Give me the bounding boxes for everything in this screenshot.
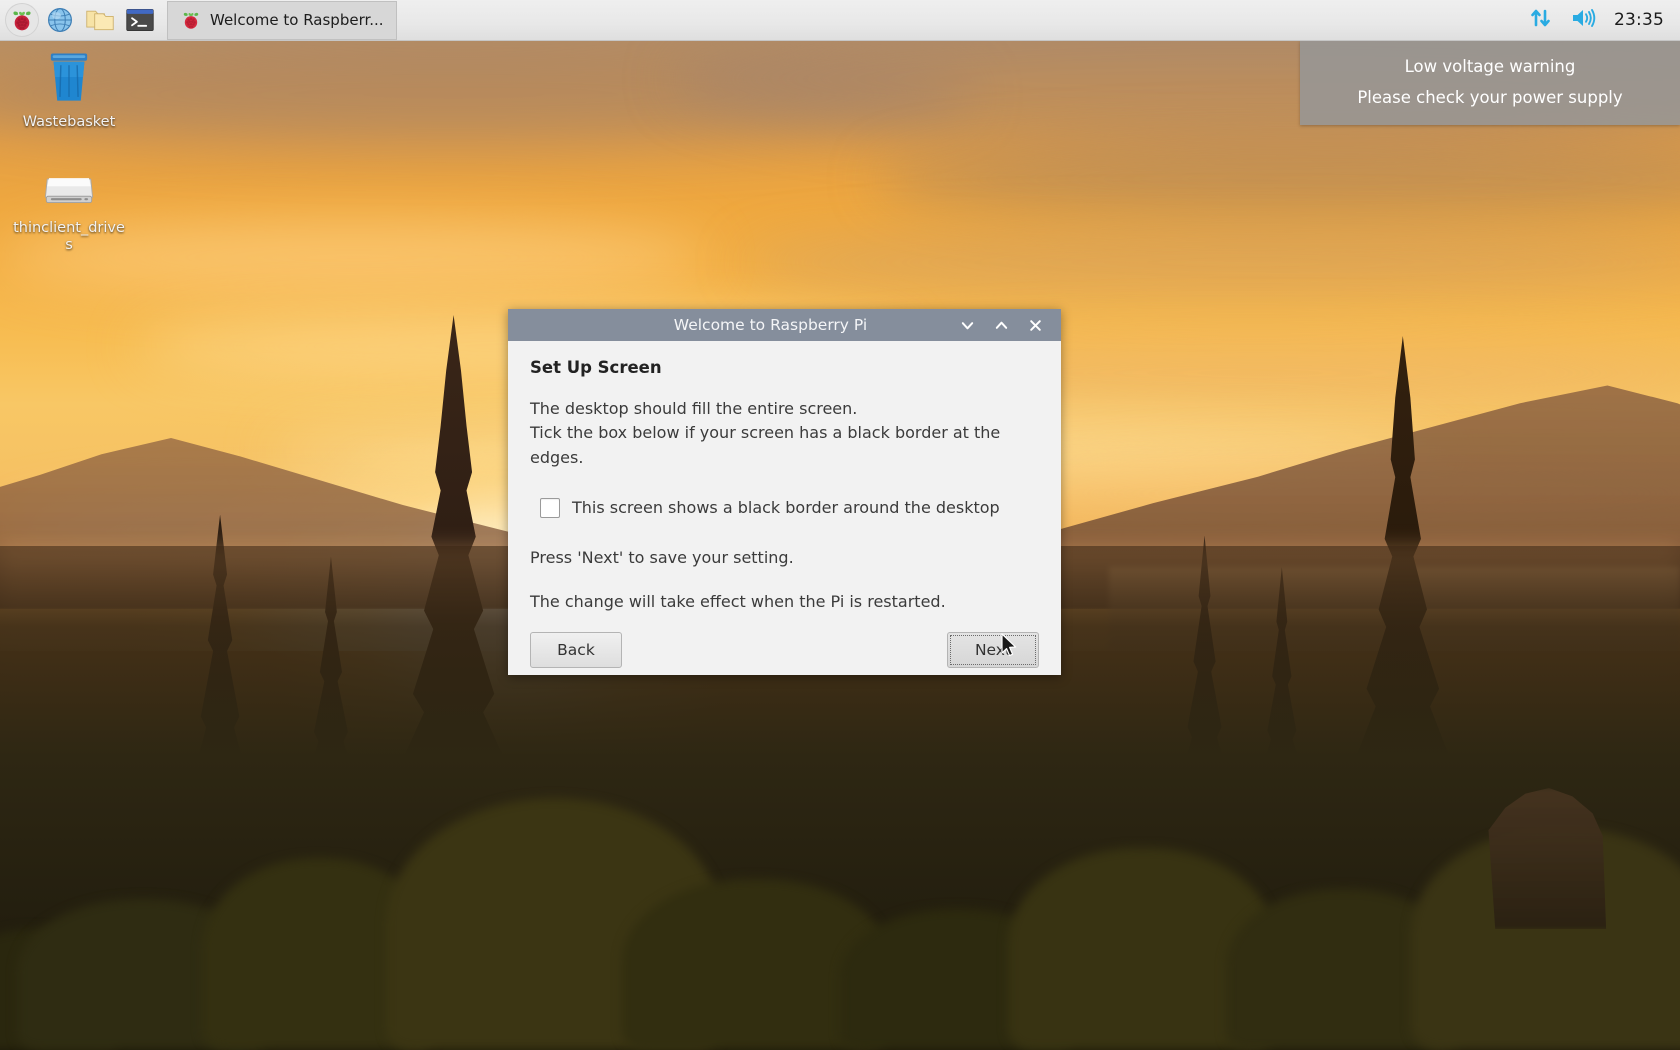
raspberry-icon	[13, 11, 31, 31]
notification-title: Low voltage warning	[1404, 57, 1576, 76]
close-icon[interactable]	[1025, 315, 1045, 335]
dialog-body: Set Up Screen The desktop should fill th…	[508, 341, 1061, 615]
terminal-icon	[126, 8, 154, 32]
globe-icon	[48, 8, 72, 32]
raspberry-icon	[183, 12, 199, 29]
terminal-launcher[interactable]	[121, 1, 159, 39]
desktop-icon-thinclient-drives[interactable]: thinclient_drives	[10, 166, 128, 253]
taskbar-window-label: Welcome to Raspberr...	[210, 11, 384, 29]
dialog-paragraph-line2: Tick the box below if your screen has a …	[530, 423, 1001, 467]
low-voltage-notification[interactable]: Low voltage warning Please check your po…	[1300, 41, 1680, 125]
desktop-icon-label: Wastebasket	[22, 114, 116, 130]
welcome-dialog: Welcome to Raspberry Pi Set Up Screen Th…	[508, 309, 1061, 675]
black-border-checkbox-row[interactable]: This screen shows a black border around …	[540, 497, 1039, 518]
black-border-checkbox-label: This screen shows a black border around …	[572, 498, 1000, 518]
raspberry-menu-button[interactable]	[5, 3, 39, 37]
volume-icon[interactable]	[1570, 6, 1598, 34]
system-tray: 23:35	[1528, 5, 1680, 35]
notification-message: Please check your power supply	[1357, 88, 1623, 107]
taskbar-launchers	[0, 1, 159, 39]
chevron-down-icon[interactable]	[957, 315, 977, 335]
file-manager-launcher[interactable]	[81, 1, 119, 39]
trash-icon	[50, 53, 88, 101]
web-browser-launcher[interactable]	[41, 1, 79, 39]
dialog-note-save: Press 'Next' to save your setting.	[530, 547, 794, 567]
drive-icon	[44, 178, 94, 204]
dialog-heading: Set Up Screen	[530, 358, 662, 377]
dialog-note-restart: The change will take effect when the Pi …	[530, 592, 946, 612]
desktop-screen: Wastebasket thinclient_drives Low voltag…	[0, 0, 1680, 1050]
taskbar: Welcome to Raspberr... 23:35	[0, 0, 1680, 41]
dialog-title: Welcome to Raspberry Pi	[673, 316, 868, 334]
folder-icon	[86, 10, 114, 31]
desktop-icon-label: thinclient_drives	[13, 220, 125, 253]
taskbar-window-button[interactable]: Welcome to Raspberr...	[167, 0, 397, 40]
chevron-up-icon[interactable]	[991, 315, 1011, 335]
dialog-titlebar[interactable]: Welcome to Raspberry Pi	[508, 309, 1061, 341]
network-updown-icon[interactable]	[1528, 5, 1554, 35]
taskbar-clock[interactable]: 23:35	[1614, 10, 1664, 30]
back-button[interactable]: Back	[530, 631, 622, 668]
next-button[interactable]: Next	[947, 631, 1039, 668]
black-border-checkbox[interactable]	[540, 497, 560, 518]
dialog-footer: Back Next	[508, 615, 1061, 685]
dialog-paragraph-line1: The desktop should fill the entire scree…	[530, 399, 858, 418]
desktop-icon-wastebasket[interactable]: Wastebasket	[10, 48, 128, 131]
